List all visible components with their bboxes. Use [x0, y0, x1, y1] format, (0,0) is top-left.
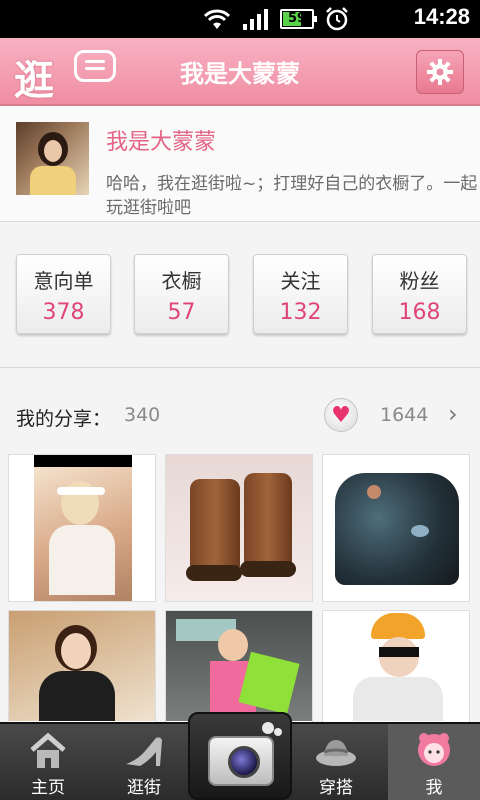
nav-home-label: 主页 [31, 778, 65, 798]
share-photo[interactable] [8, 454, 156, 602]
battery-icon: 59 [280, 9, 317, 29]
nav-browse-label: 逛街 [127, 778, 161, 798]
my-shares-row[interactable]: 我的分享： 340 ♥ 1644 › [0, 388, 480, 442]
home-icon [30, 732, 66, 768]
stat-label: 衣橱 [161, 269, 202, 293]
chevron-right-icon[interactable]: › [448, 400, 458, 428]
status-icons: 59 [202, 6, 350, 32]
stats-section: 意向单 378 衣橱 57 关注 132 粉丝 168 [0, 222, 480, 368]
share-photo[interactable] [322, 454, 470, 602]
stat-value: 378 [42, 300, 85, 325]
nav-outfit[interactable]: 穿搭 [288, 724, 384, 800]
nav-browse[interactable]: 逛街 [96, 724, 192, 800]
nav-outfit-label: 穿搭 [319, 778, 353, 798]
nav-me[interactable]: 我 [388, 724, 480, 800]
likes-count: 1644 [380, 404, 429, 426]
gear-icon [427, 59, 453, 85]
stat-value: 132 [279, 300, 322, 325]
shares-count: 340 [124, 404, 161, 426]
stat-wishlist-button[interactable]: 意向单 378 [16, 254, 111, 334]
hat-icon [316, 740, 356, 766]
clock: 14:28 [413, 4, 470, 29]
profile-username: 我是大蒙蒙 [106, 130, 217, 155]
stat-wardrobe-button[interactable]: 衣橱 57 [134, 254, 229, 334]
stat-followers-button[interactable]: 粉丝 168 [372, 254, 467, 334]
signal-icon [243, 9, 268, 30]
stat-label: 意向单 [33, 269, 94, 293]
camera-button[interactable] [188, 712, 292, 800]
nav-home[interactable]: 主页 [0, 724, 96, 800]
wifi-icon [203, 9, 231, 29]
stat-label: 粉丝 [399, 269, 440, 293]
share-photo[interactable] [165, 454, 313, 602]
profile-bio: 哈哈，我在逛街啦~；打理好自己的衣橱了。一起玩逛街啦吧 [106, 174, 478, 218]
avatar[interactable] [16, 122, 89, 195]
camera-icon [208, 736, 274, 786]
shares-label: 我的分享： [16, 408, 112, 430]
settings-button[interactable] [416, 50, 464, 94]
likes-heart-icon[interactable]: ♥ [324, 398, 358, 432]
nav-me-label: 我 [425, 778, 443, 798]
high-heel-icon [126, 737, 162, 766]
stat-label: 关注 [280, 269, 321, 293]
girl-avatar-icon [418, 733, 450, 766]
stat-value: 168 [398, 300, 441, 325]
page-title: 我是大蒙蒙 [180, 60, 300, 88]
status-bar: 59 14:28 [0, 0, 480, 38]
battery-level: 59 [287, 11, 307, 26]
app-header: 逛 我是大蒙蒙 [0, 38, 480, 106]
stat-value: 57 [167, 300, 196, 325]
stat-following-button[interactable]: 关注 132 [253, 254, 348, 334]
alarm-icon [326, 7, 348, 31]
